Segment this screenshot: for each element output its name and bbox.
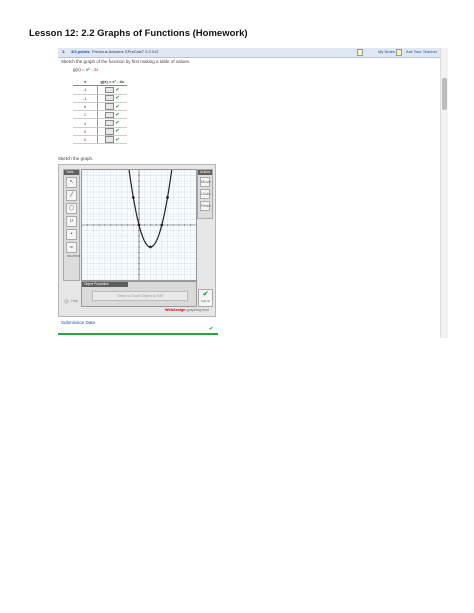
my-notes-link[interactable]: My Notes <box>378 49 395 54</box>
data-point <box>160 223 164 227</box>
tools-title: Tools <box>64 170 79 175</box>
line-tool-button[interactable]: ╱ <box>66 190 77 201</box>
table-row: 4 ✔ <box>73 118 127 128</box>
check-icon: ✔ <box>202 291 209 298</box>
sketch-label: Sketch the graph. <box>58 156 94 161</box>
answer-field[interactable] <box>105 103 115 110</box>
correct-check-icon: ✔ <box>115 120 120 127</box>
question-prompt: Sketch the graph of the function by firs… <box>61 59 191 64</box>
function-label: g(x) = x² - 4x <box>73 67 98 72</box>
undo-button[interactable]: Undo <box>200 189 211 199</box>
question-header: 1. 3/3 points Previous Answers SPreCalc7… <box>58 48 440 58</box>
pointer-tool-button[interactable]: ↖ <box>66 177 77 188</box>
x-value: 2 <box>73 110 98 120</box>
graphing-tool: Tools ↖ ╱ ◯ ∪ • NO SOLUTION Actions Move… <box>58 158 216 317</box>
table-row: 5 ✔ <box>73 127 127 137</box>
answer-field[interactable] <box>105 136 115 143</box>
submission-data-link[interactable]: Submission Data <box>61 320 95 325</box>
redo-button[interactable]: Redo <box>200 201 211 211</box>
scrollbar-thumb[interactable] <box>442 78 447 110</box>
correct-check-icon: ✔ <box>115 128 120 135</box>
data-point <box>149 245 152 249</box>
answer-field[interactable] <box>105 128 115 135</box>
actions-panel: Actions Move Undo Redo <box>197 169 213 219</box>
x-value: -1 <box>73 85 98 95</box>
brand-name: WebAssign <box>165 308 186 312</box>
no-solution-button[interactable]: NO SOLUTION <box>66 242 80 258</box>
table-row: 0 ✔ <box>73 102 127 112</box>
x-value: 0 <box>73 102 98 112</box>
answer-field[interactable] <box>105 119 115 127</box>
submit-label: Submit <box>201 299 210 303</box>
circle-tool-button[interactable]: ◯ <box>66 203 77 214</box>
object-properties-message: Select a Graph Object to Edit <box>92 291 188 301</box>
brand-suffix: graphing tool <box>185 308 209 312</box>
assignment-screenshot: 1. 3/3 points Previous Answers SPreCalc7… <box>58 48 448 338</box>
graphing-tool-brand: WebAssign graphing tool <box>165 308 209 312</box>
function-text: g(x) = x² <box>73 67 90 72</box>
points-link[interactable]: 3/3 points <box>71 49 90 54</box>
table-row: -1 ✔ <box>73 85 127 95</box>
ask-teacher-icon <box>396 49 402 56</box>
previous-answers-link[interactable]: Previous Answers SPreCalc7 2.2.012 <box>92 49 158 54</box>
object-properties-panel: Object Properties Select a Graph Object … <box>81 281 197 307</box>
correct-check-icon: ✔ <box>115 95 120 102</box>
x-value: 6 <box>73 135 98 145</box>
x-value: 5 <box>73 127 98 137</box>
correct-check-icon: ✔ <box>115 136 120 143</box>
point-tool-button[interactable]: • <box>66 229 77 240</box>
x-value: 4 <box>73 118 98 128</box>
answer-field[interactable] <box>105 86 115 94</box>
correct-check-icon: ✔ <box>115 87 120 93</box>
question-number: 1. <box>62 49 66 54</box>
parabola-graph[interactable] <box>81 158 197 281</box>
table-header-gx: g(x) = x² - 4x <box>97 78 127 87</box>
table-row: -1 ✔ <box>73 94 127 103</box>
table-of-values: x g(x) = x² - 4x -1 ✔ -1 ✔ 0 ✔ 2 ✔ 4 ✔ 5 ✔ 6 ✔ <box>73 78 127 145</box>
graph-area[interactable] <box>81 158 197 281</box>
tools-panel: Tools ↖ ╱ ◯ ∪ • NO SOLUTION <box>63 169 80 281</box>
correct-check-icon: ✔ <box>115 103 120 110</box>
ask-teacher-link[interactable]: Ask Your Teacher <box>406 49 437 54</box>
correct-check-icon: ✔ <box>115 111 120 118</box>
help-icon[interactable] <box>64 299 69 304</box>
object-properties-title: Object Properties <box>82 282 128 287</box>
notes-icon <box>357 49 363 56</box>
parabola-tool-button[interactable]: ∪ <box>66 216 77 227</box>
data-point <box>131 196 135 199</box>
move-button[interactable]: Move <box>200 177 211 187</box>
page-title: Lesson 12: 2.2 Graphs of Functions (Home… <box>29 28 248 39</box>
help-label[interactable]: Help <box>71 299 78 303</box>
table-row: 6 ✔ <box>73 135 127 145</box>
answer-field[interactable] <box>105 94 115 102</box>
correct-answer-bar <box>58 333 218 335</box>
submit-button[interactable]: ✔ Submit <box>198 289 213 307</box>
function-extra: - 4x <box>90 67 99 72</box>
table-header-x: x <box>73 78 98 87</box>
data-point <box>137 223 141 227</box>
x-value: -1 <box>73 94 98 103</box>
scrollbar[interactable] <box>440 48 448 338</box>
data-point <box>166 196 169 199</box>
correct-check-icon: ✔ <box>209 326 214 332</box>
actions-title: Actions <box>198 170 212 175</box>
answer-field[interactable] <box>105 111 115 119</box>
table-row: 2 ✔ <box>73 110 127 120</box>
